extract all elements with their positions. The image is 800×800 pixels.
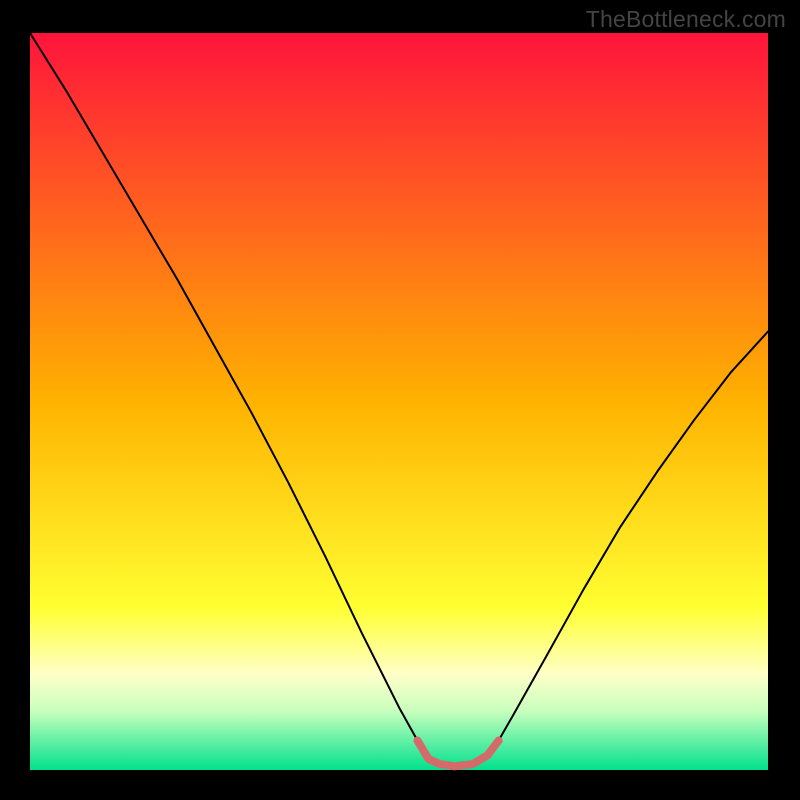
chart-svg [0, 0, 800, 800]
watermark-text: TheBottleneck.com [586, 6, 786, 33]
plot-background [30, 33, 768, 770]
chart-stage: TheBottleneck.com [0, 0, 800, 800]
